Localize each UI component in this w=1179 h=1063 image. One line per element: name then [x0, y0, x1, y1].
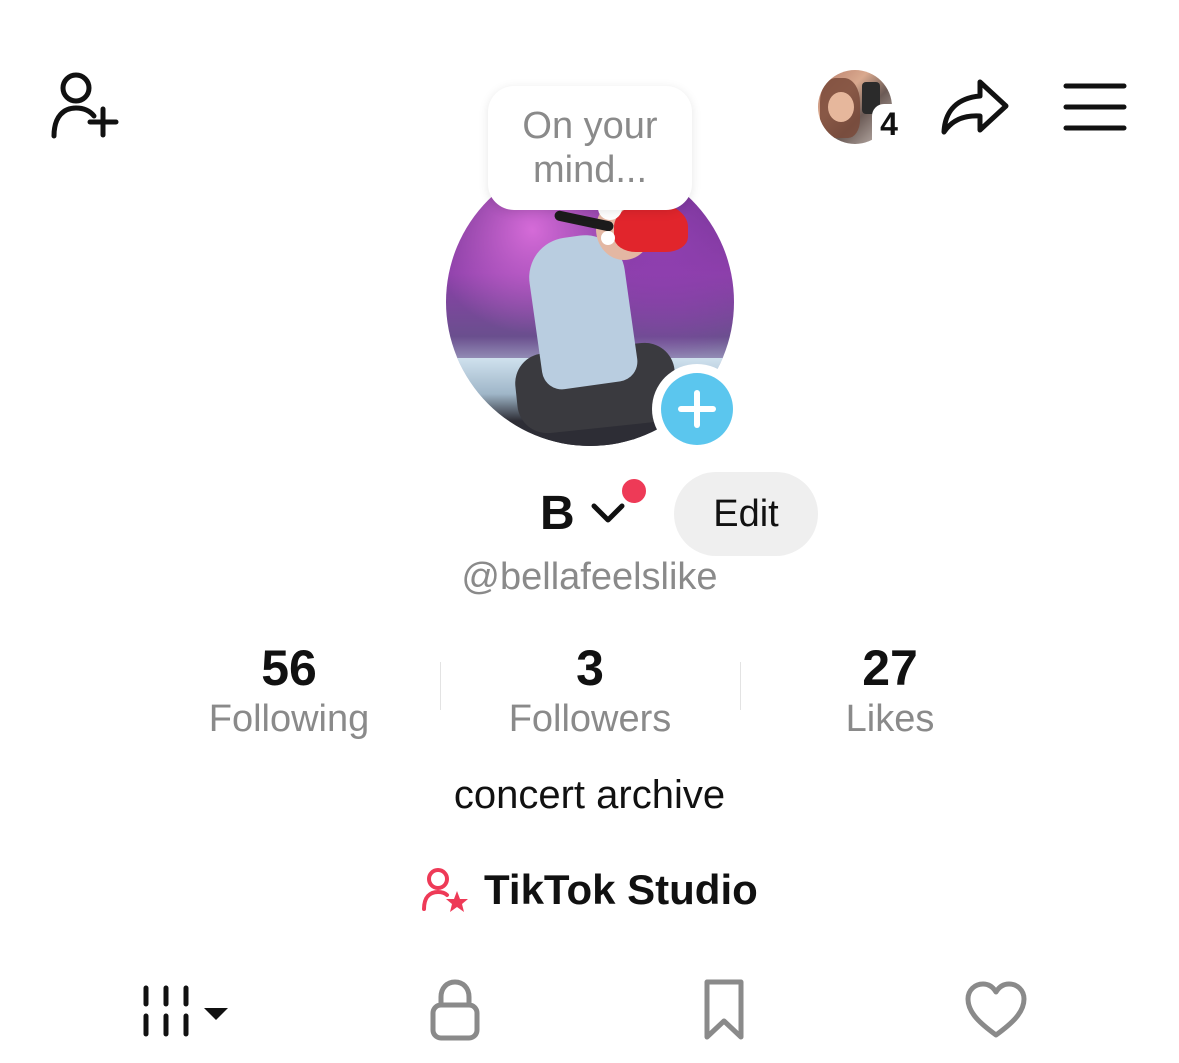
stat-followers-value: 3 [576, 640, 604, 696]
edit-profile-button[interactable]: Edit [674, 472, 818, 556]
tiktok-studio-link[interactable]: TikTok Studio [420, 862, 758, 918]
share-button[interactable] [936, 74, 1012, 140]
tab-videos[interactable] [136, 975, 236, 1045]
stat-following-label: Following [208, 698, 370, 740]
stat-likes-label: Likes [845, 698, 935, 740]
lock-icon [430, 979, 480, 1041]
notification-dot [620, 477, 648, 505]
stat-following[interactable]: 56 Following [139, 640, 439, 742]
plus-icon [678, 390, 716, 428]
account-switcher-button[interactable] [590, 498, 630, 530]
menu-button[interactable] [1062, 80, 1128, 134]
chevron-down-icon [591, 503, 625, 523]
stat-followers-label: Followers [508, 698, 672, 740]
bookmark-icon [704, 979, 744, 1040]
tab-private[interactable] [420, 975, 490, 1045]
stat-followers[interactable]: 3 Followers [440, 640, 740, 742]
add-story-button[interactable] [652, 364, 742, 454]
videos-grid-icon [143, 985, 228, 1037]
tiktok-studio-label: TikTok Studio [484, 866, 758, 913]
username: @bellafeelslike [461, 556, 718, 598]
hamburger-menu-icon [1063, 83, 1127, 131]
tab-saved[interactable] [694, 975, 754, 1045]
stat-following-value: 56 [261, 640, 317, 696]
story-count-badge: 4 [872, 104, 906, 144]
person-plus-icon [51, 72, 119, 139]
stat-likes-value: 27 [862, 640, 918, 696]
creator-star-icon [422, 868, 468, 912]
note-bubble-text: On your mind... [522, 105, 658, 191]
display-name: B [540, 487, 575, 540]
add-friend-button[interactable] [46, 70, 122, 142]
heart-icon [965, 981, 1027, 1038]
stat-likes[interactable]: 27 Likes [740, 640, 1040, 742]
tab-liked[interactable] [960, 975, 1032, 1045]
note-bubble-dot [601, 231, 615, 245]
bio: concert archive [453, 773, 726, 817]
share-arrow-icon [941, 79, 1009, 135]
note-bubble[interactable]: On your mind... [488, 86, 692, 210]
